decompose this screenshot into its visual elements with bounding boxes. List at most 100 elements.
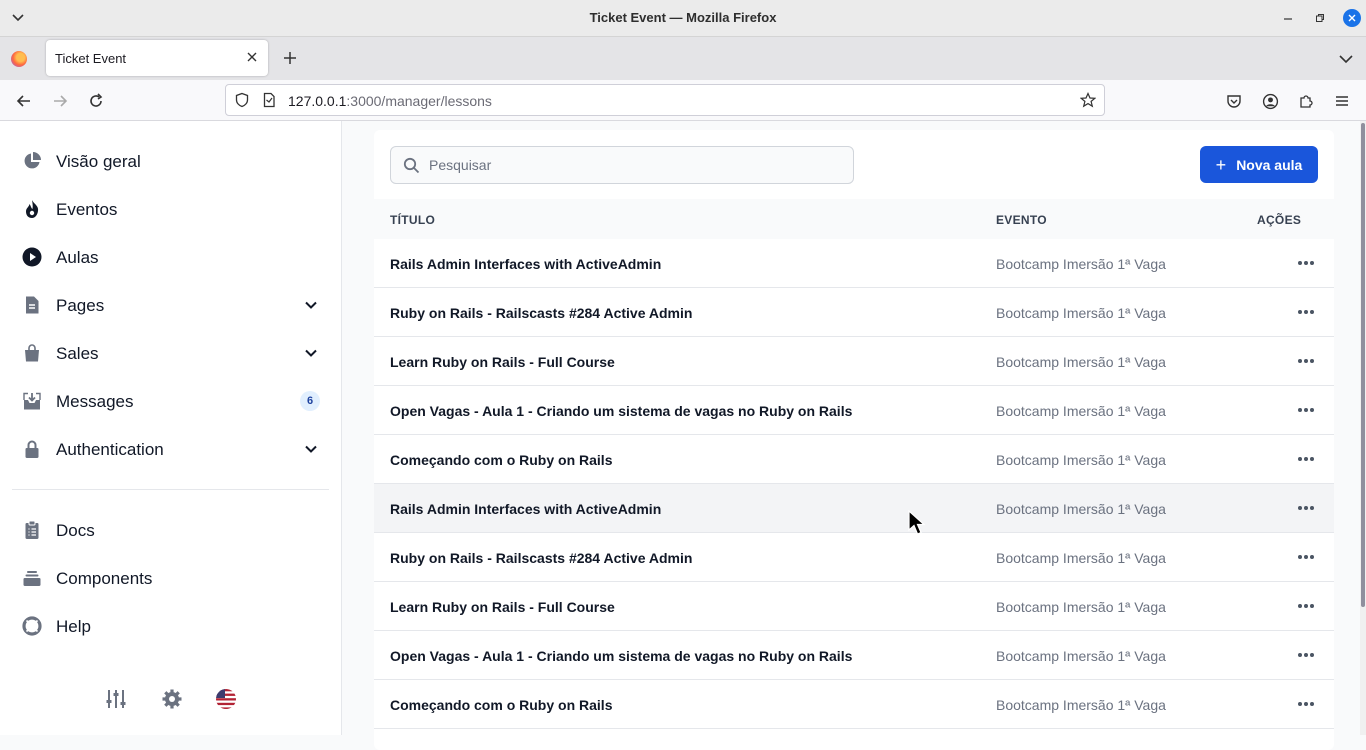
- settings-gear-icon[interactable]: [161, 688, 183, 710]
- dots-horizontal-icon: [1298, 702, 1314, 706]
- sidebar-item-messages[interactable]: Messages 6: [12, 381, 330, 421]
- shield-icon[interactable]: [234, 92, 250, 108]
- lock-icon: [25, 440, 39, 458]
- lesson-event: Bootcamp Imersão 1ª Vaga: [996, 648, 1166, 664]
- sidebar-item-eventos[interactable]: Eventos: [12, 189, 330, 229]
- inbox-download-icon: [23, 392, 41, 410]
- url-host: 127.0.0.1: [288, 93, 347, 109]
- sidebar-item-label: Visão geral: [56, 152, 141, 171]
- support-lifebuoy-icon: [22, 616, 42, 636]
- close-tab-icon[interactable]: [245, 50, 259, 64]
- row-actions-button[interactable]: [1294, 596, 1318, 616]
- sidebar-item-sales[interactable]: Sales: [12, 333, 330, 373]
- sidebar-item-pages[interactable]: Pages: [12, 285, 330, 325]
- table-row[interactable]: Open Vagas - Aula 1 - Criando um sistema…: [374, 631, 1334, 680]
- minimize-icon: [1284, 18, 1292, 20]
- new-lesson-label: Nova aula: [1236, 156, 1303, 173]
- table-row[interactable]: Learn Ruby on Rails - Full Course Bootca…: [374, 582, 1334, 631]
- restore-button[interactable]: [1311, 9, 1329, 27]
- new-tab-plus-icon[interactable]: [282, 50, 298, 66]
- bookmark-star-icon[interactable]: [1080, 92, 1096, 108]
- column-header-title: TÍTULO: [390, 213, 436, 227]
- search-box[interactable]: [390, 146, 854, 184]
- page-icon[interactable]: [261, 92, 277, 108]
- account-button[interactable]: [1261, 92, 1279, 110]
- forward-button[interactable]: [51, 92, 69, 110]
- plus-icon: +: [1215, 154, 1227, 175]
- sidebar-item-visao-geral[interactable]: Visão geral: [12, 141, 330, 181]
- row-actions-button[interactable]: [1294, 253, 1318, 273]
- row-actions-button[interactable]: [1294, 498, 1318, 518]
- row-actions-button[interactable]: [1294, 400, 1318, 420]
- minimize-button[interactable]: [1279, 9, 1297, 27]
- table-row[interactable]: Ruby on Rails - Railscasts #284 Active A…: [374, 533, 1334, 582]
- mouse-pointer-icon: [908, 510, 926, 535]
- list-all-tabs-chevron-icon[interactable]: [1338, 51, 1354, 67]
- navigation-toolbar: 127.0.0.1:3000/manager/lessons: [0, 80, 1366, 121]
- collection-stack-icon: [23, 571, 41, 586]
- table-header: TÍTULO EVENTO AÇÕES: [374, 199, 1334, 239]
- tab-strip: Ticket Event: [0, 37, 1366, 80]
- table-row[interactable]: Ruby on Rails - Railscasts #284 Active A…: [374, 288, 1334, 337]
- url-bar[interactable]: 127.0.0.1:3000/manager/lessons: [225, 84, 1105, 116]
- tab-ticket-event[interactable]: Ticket Event: [46, 40, 268, 76]
- url-text[interactable]: 127.0.0.1:3000/manager/lessons: [288, 93, 492, 109]
- tab-title: Ticket Event: [55, 51, 127, 66]
- sidebar-item-docs[interactable]: Docs: [12, 510, 330, 550]
- app-menu-button[interactable]: [1333, 92, 1351, 110]
- row-actions-button[interactable]: [1294, 694, 1318, 714]
- table-row[interactable]: Learn Ruby on Rails - Full Course Bootca…: [374, 337, 1334, 386]
- table-row[interactable]: Começando com o Ruby on Rails Bootcamp I…: [374, 435, 1334, 484]
- lessons-card: + Nova aula TÍTULO EVENTO AÇÕES Rails Ad…: [374, 130, 1334, 750]
- row-actions-button[interactable]: [1294, 351, 1318, 371]
- row-actions-button[interactable]: [1294, 645, 1318, 665]
- sidebar-item-components[interactable]: Components: [12, 558, 330, 598]
- row-actions-button[interactable]: [1294, 449, 1318, 469]
- lesson-event: Bootcamp Imersão 1ª Vaga: [996, 697, 1166, 713]
- new-lesson-button[interactable]: + Nova aula: [1200, 146, 1318, 183]
- dots-horizontal-icon: [1298, 408, 1314, 412]
- close-window-button[interactable]: [1343, 9, 1361, 27]
- sidebar-item-label: Authentication: [56, 440, 164, 459]
- page-scrollbar[interactable]: [1360, 121, 1366, 735]
- close-icon: [1348, 14, 1356, 22]
- extensions-button[interactable]: [1297, 92, 1315, 110]
- account-icon: [1262, 93, 1278, 109]
- row-actions-button[interactable]: [1294, 302, 1318, 322]
- row-actions-button[interactable]: [1294, 547, 1318, 567]
- lesson-title: Learn Ruby on Rails - Full Course: [390, 599, 615, 615]
- messages-count-badge: 6: [300, 391, 320, 411]
- dots-horizontal-icon: [1298, 604, 1314, 608]
- search-input[interactable]: [429, 147, 849, 183]
- hamburger-menu-icon: [1336, 96, 1348, 106]
- table-row[interactable]: Rails Admin Interfaces with ActiveAdmin …: [374, 239, 1334, 288]
- scrollbar-thumb[interactable]: [1361, 123, 1365, 607]
- lesson-title: Rails Admin Interfaces with ActiveAdmin: [390, 256, 662, 272]
- sidebar-item-label: Pages: [56, 296, 105, 315]
- document-icon: [26, 296, 39, 314]
- arrow-left-icon: [16, 95, 30, 107]
- sidebar-item-help[interactable]: Help: [12, 606, 330, 646]
- firefox-logo-icon[interactable]: [11, 51, 27, 67]
- reload-button[interactable]: [87, 92, 105, 110]
- column-header-event: EVENTO: [996, 213, 1047, 227]
- lesson-title: Começando com o Ruby on Rails: [390, 452, 613, 468]
- sidebar-item-authentication[interactable]: Authentication: [12, 429, 330, 469]
- table-row[interactable]: Open Vagas - Aula 1 - Criando um sistema…: [374, 386, 1334, 435]
- shopping-bag-icon: [25, 344, 39, 362]
- back-button[interactable]: [15, 92, 33, 110]
- lesson-title: Open Vagas - Aula 1 - Criando um sistema…: [390, 648, 853, 664]
- chevron-down-icon: [305, 349, 317, 357]
- url-path: :3000/manager/lessons: [346, 93, 492, 109]
- table-row[interactable]: Rails Admin Interfaces with ActiveAdmin …: [374, 484, 1334, 533]
- adjustments-sliders-icon[interactable]: [105, 688, 127, 710]
- fire-icon: [26, 200, 39, 218]
- dots-horizontal-icon: [1298, 261, 1314, 265]
- table-row[interactable]: Começando com o Ruby on Rails Bootcamp I…: [374, 680, 1334, 729]
- sidebar-item-aulas[interactable]: Aulas: [12, 237, 330, 277]
- dots-horizontal-icon: [1298, 310, 1314, 314]
- lesson-event: Bootcamp Imersão 1ª Vaga: [996, 256, 1166, 272]
- sidebar-item-label: Eventos: [56, 200, 118, 219]
- us-flag-language-icon[interactable]: [215, 688, 237, 710]
- pocket-button[interactable]: [1225, 92, 1243, 110]
